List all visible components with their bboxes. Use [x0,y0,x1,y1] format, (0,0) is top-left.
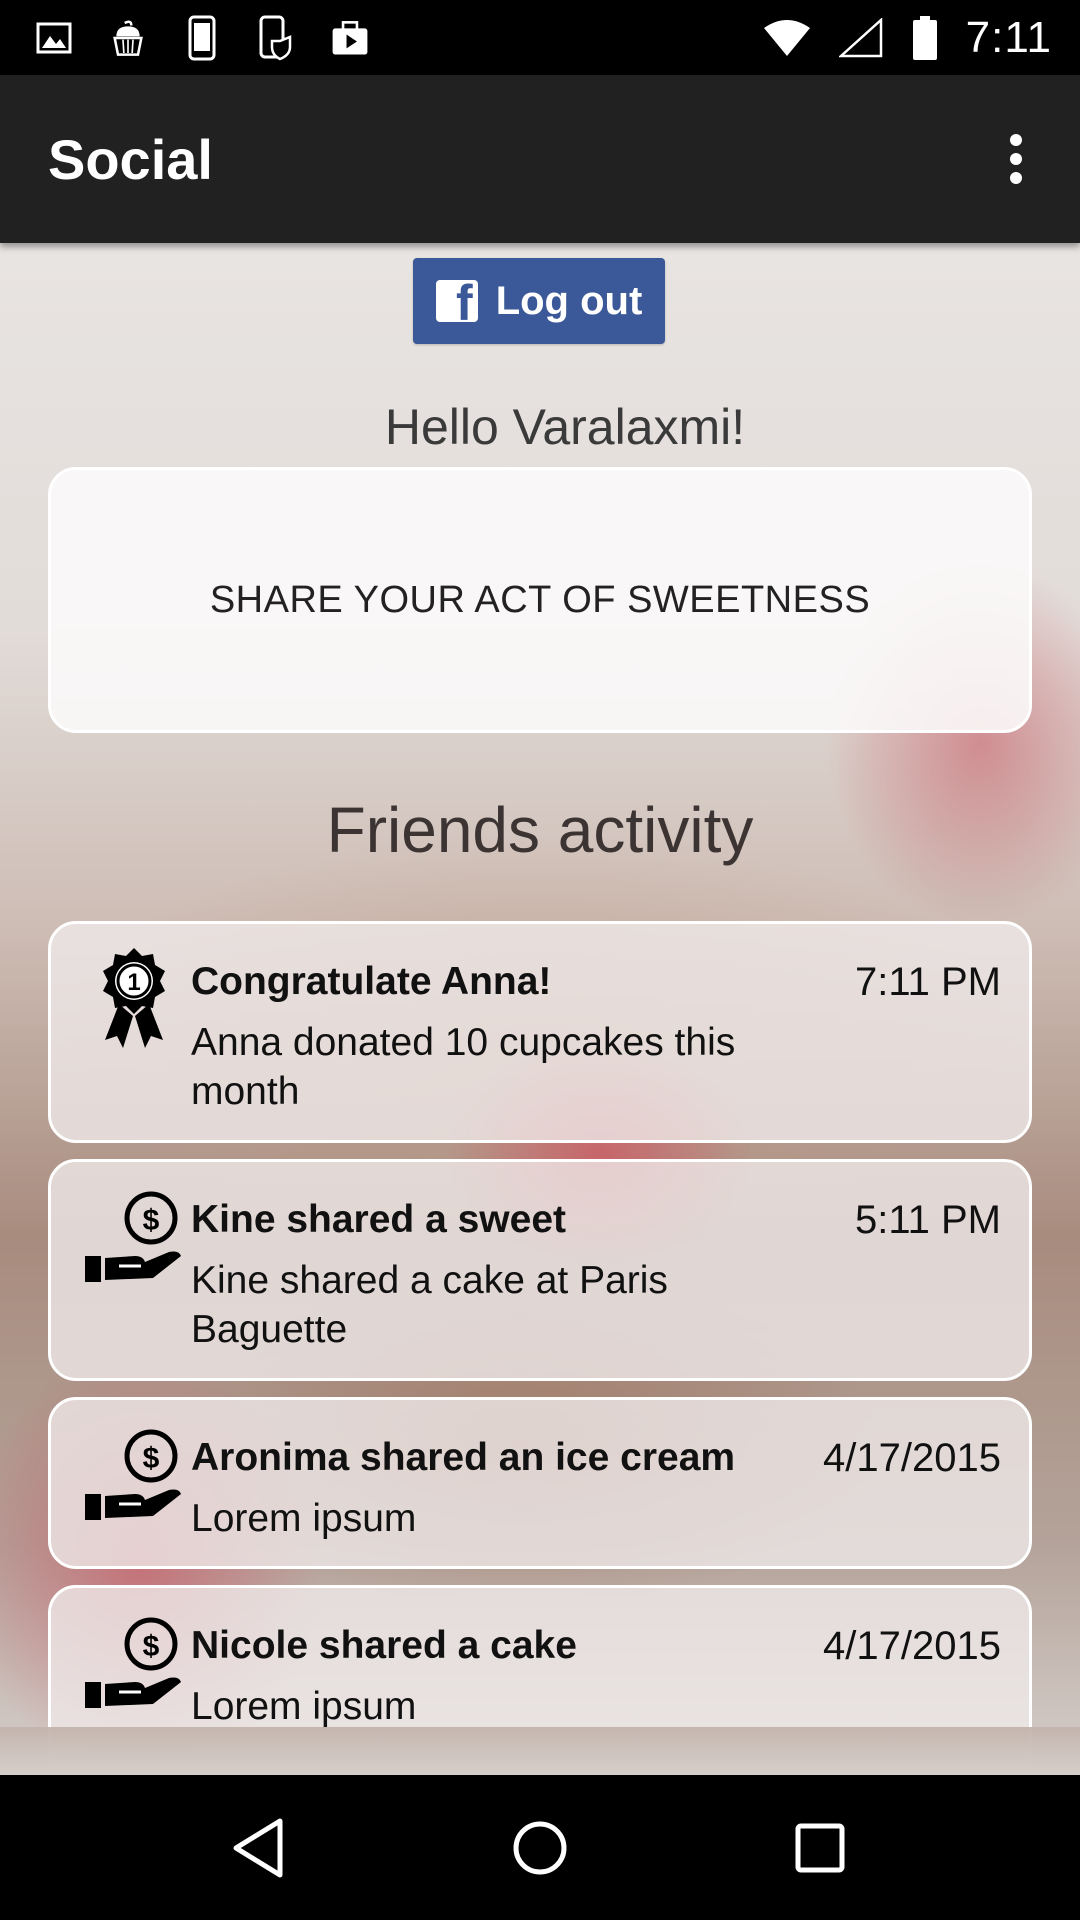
wifi-icon [762,16,812,60]
app-bar: Social [0,75,1080,243]
overflow-menu-icon[interactable] [996,124,1036,194]
clock: 7:11 [965,12,1052,62]
activity-title: Congratulate Anna! [191,960,552,1003]
notification-icons [34,15,370,60]
briefcase-play-icon [330,16,370,60]
share-sweetness-button[interactable]: SHARE YOUR ACT OF SWEETNESS [48,467,1032,733]
facebook-icon: f [435,280,478,322]
activity-time: 7:11 PM [855,960,1001,1004]
screen: 7:11 Social f Log out Hello Varalaxmi! S… [0,0,1080,1920]
svg-text:$: $ [143,1630,160,1663]
svg-text:$: $ [143,1204,160,1237]
hand-coin-icon: $ [79,1182,189,1292]
status-bar: 7:11 [0,0,1080,75]
share-label: SHARE YOUR ACT OF SWEETNESS [209,578,871,621]
svg-text:$: $ [143,1442,160,1475]
facebook-logout-button[interactable]: f Log out [413,258,665,344]
dot [1010,134,1022,146]
activity-description: Lorem ipsum [191,1497,417,1540]
navigation-bar [0,1775,1080,1920]
friends-activity-heading: Friends activity [326,794,754,866]
page-title: Social [48,127,213,191]
dot [1010,153,1022,165]
activity-title: Nicole shared a cake [191,1624,577,1667]
activity-description: Kine shared a cake at Paris Baguette [191,1259,668,1351]
activity-item[interactable]: 1 Congratulate Anna! 7:11 PM Anna donate… [48,921,1032,1143]
back-icon[interactable] [215,1803,305,1893]
award-ribbon-icon: 1 [79,944,189,1054]
dot [1010,172,1022,184]
hand-coin-icon: $ [79,1608,189,1718]
recents-icon[interactable] [775,1803,865,1893]
svg-text:1: 1 [127,969,140,996]
activity-title: Aronima shared an ice cream [191,1436,736,1479]
system-status: 7:11 [762,13,1052,63]
list-bottom-fade [0,1727,1080,1775]
phone-shield-icon [256,15,296,60]
greeting-text: Hello Varalaxmi! [384,399,746,455]
activity-item[interactable]: $ Kine shared a sweet 5:11 PM Kine share… [48,1159,1032,1381]
activity-title: Kine shared a sweet [191,1198,566,1241]
activity-time: 4/17/2015 [823,1624,1001,1668]
logout-label: Log out [495,278,643,323]
home-icon[interactable] [495,1803,585,1893]
activity-description: Anna donated 10 cupcakes this month [191,1021,736,1113]
hand-coin-icon: $ [79,1420,189,1530]
activity-time: 4/17/2015 [823,1436,1001,1480]
image-icon [34,16,74,60]
content-area: f Log out Hello Varalaxmi! SHARE YOUR AC… [0,243,1080,1775]
activity-description: Lorem ipsum [191,1685,417,1728]
activity-time: 5:11 PM [855,1198,1001,1242]
phone-icon [182,15,222,60]
signal-icon [838,16,884,60]
battery-icon [910,15,940,60]
activity-item[interactable]: $ Aronima shared an ice cream 4/17/2015 … [48,1397,1032,1569]
cupcake-icon [108,16,148,60]
